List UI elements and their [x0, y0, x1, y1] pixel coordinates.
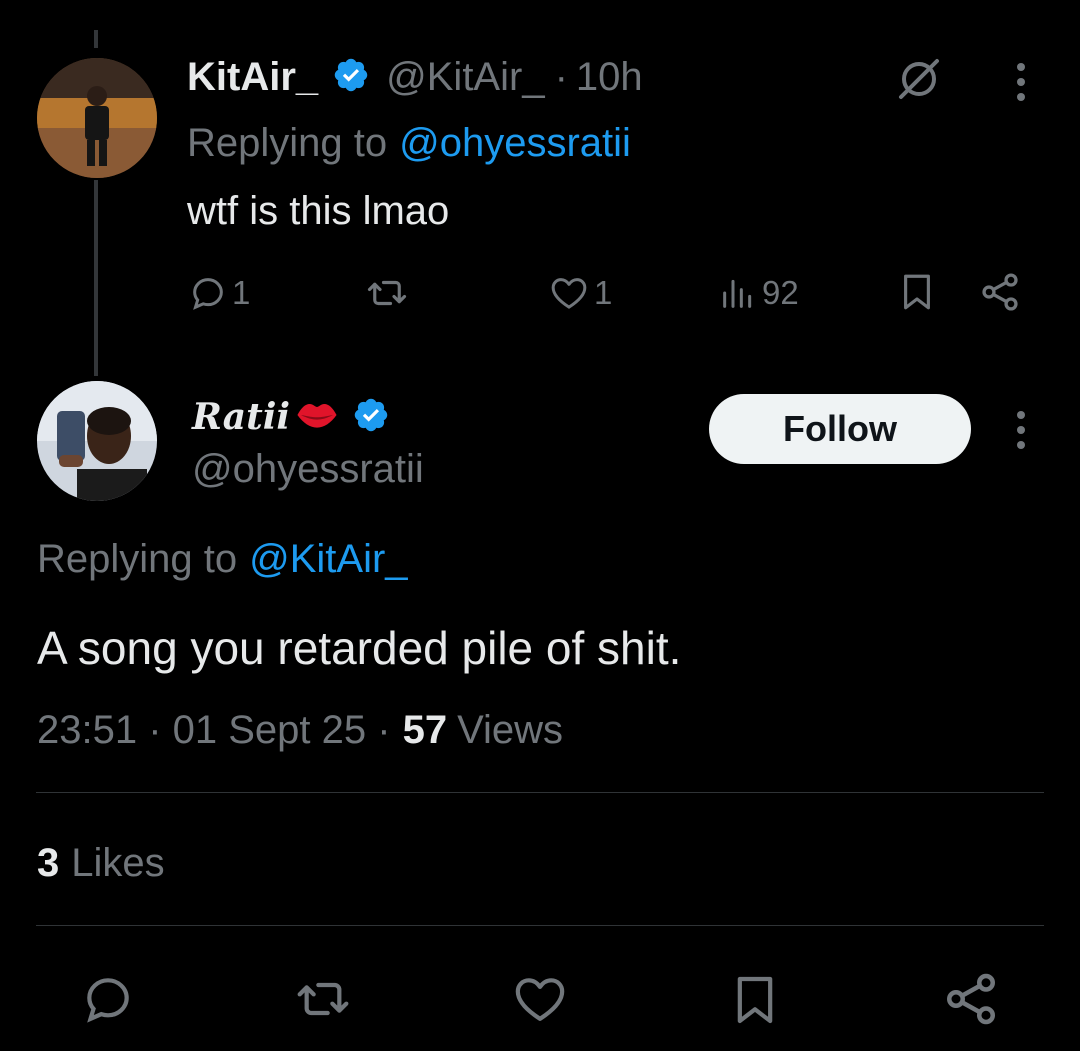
author-name[interactable]: KitAir_	[187, 55, 318, 100]
author-name[interactable]: Ratii	[192, 396, 290, 438]
reply-icon	[188, 273, 228, 313]
lips-emoji-icon	[294, 392, 340, 443]
more-options-icon[interactable]	[1006, 408, 1036, 452]
avatar-ohyessratii[interactable]	[37, 381, 157, 501]
tweet-text: wtf is this lmao	[187, 188, 450, 233]
replying-to-line: Replying to @ohyessratii	[187, 118, 631, 168]
tweet-timestamp[interactable]: 23:51 · 01 Sept 25 ·	[37, 708, 391, 753]
views-count: 57	[402, 707, 448, 752]
grok-icon[interactable]	[892, 54, 946, 104]
avatar-kitair[interactable]	[37, 58, 157, 178]
replying-to-line: Replying to @KitAir_	[37, 534, 408, 584]
parent-tweet-header: KitAir_ @KitAir_ · 10h	[187, 52, 643, 102]
thread-line	[94, 180, 98, 376]
views-icon	[718, 273, 758, 313]
divider	[36, 925, 1044, 926]
main-tweet-name-row: Ratii	[192, 392, 390, 442]
views-label: Views	[457, 707, 564, 752]
share-icon[interactable]	[978, 270, 1022, 314]
replying-to-link[interactable]: @ohyessratii	[399, 121, 631, 166]
likes-label: Likes	[71, 840, 165, 885]
views-count: 92	[762, 274, 799, 311]
like-action[interactable]: 1	[548, 270, 612, 316]
tweet-time[interactable]: 10h	[576, 55, 643, 100]
divider	[36, 792, 1044, 793]
like-icon	[548, 273, 590, 313]
views-action[interactable]: 92	[718, 270, 799, 316]
replying-prefix: Replying to	[187, 120, 388, 165]
follow-button[interactable]: Follow	[709, 394, 971, 464]
likes-count: 3	[37, 840, 60, 885]
tweet-text: A song you retarded pile of shit.	[37, 622, 682, 674]
reply-icon[interactable]	[80, 971, 136, 1027]
like-count: 1	[594, 274, 613, 311]
time-separator: ·	[554, 54, 568, 99]
author-handle[interactable]: @KitAir_	[386, 55, 544, 100]
reply-count: 1	[232, 274, 251, 311]
author-handle[interactable]: @ohyessratii	[192, 444, 424, 494]
like-icon[interactable]	[511, 971, 569, 1027]
tweet-meta: 23:51 · 01 Sept 25 · 57 Views	[37, 705, 563, 755]
verified-badge-icon	[352, 396, 390, 439]
bookmark-icon[interactable]	[727, 969, 783, 1031]
reply-action[interactable]: 1	[188, 270, 250, 316]
retweet-icon[interactable]	[364, 272, 410, 314]
verified-badge-icon	[332, 56, 370, 99]
replying-to-link[interactable]: @KitAir_	[249, 537, 407, 582]
bookmark-icon[interactable]	[896, 270, 938, 314]
retweet-icon[interactable]	[293, 971, 353, 1027]
share-icon[interactable]	[941, 969, 1001, 1029]
more-options-icon[interactable]	[1006, 60, 1036, 104]
replying-prefix: Replying to	[37, 536, 238, 581]
likes-summary[interactable]: 3 Likes	[37, 838, 165, 888]
thread-line-top	[94, 30, 98, 48]
